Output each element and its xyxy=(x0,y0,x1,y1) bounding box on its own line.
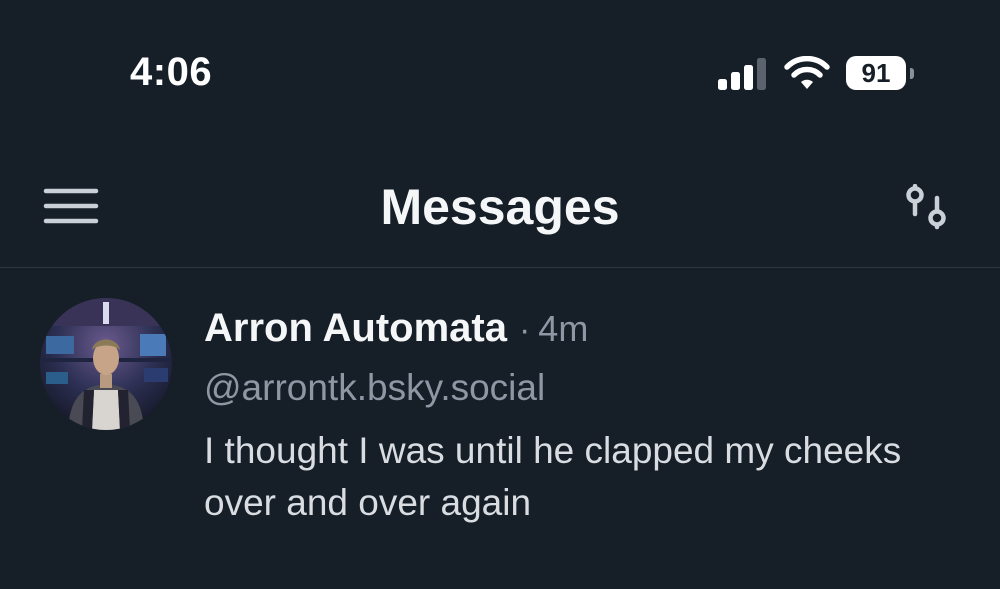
contact-name: Arron Automata xyxy=(204,306,507,350)
conversation-header: Arron Automata · 4m xyxy=(204,306,588,351)
battery-icon: 91 xyxy=(846,56,916,92)
cellular-signal-icon xyxy=(718,58,766,90)
conversation-item[interactable]: Arron Automata · 4m @arrontk.bsky.social I… xyxy=(0,268,1000,558)
status-bar: 4:06 91 xyxy=(0,0,1000,140)
separator-dot: · xyxy=(518,311,531,349)
message-time: 4m xyxy=(538,308,589,349)
message-preview: I thought I was until he clapped my chee… xyxy=(204,430,902,523)
status-time: 4:06 xyxy=(130,50,213,94)
header: Messages xyxy=(0,140,1000,268)
sliders-icon[interactable] xyxy=(902,184,950,230)
page-title: Messages xyxy=(380,179,620,235)
messages-screen: 4:06 91 Messages Arron Automata · 4m @ar… xyxy=(0,0,1000,589)
contact-handle: @arrontk.bsky.social xyxy=(204,367,546,408)
battery-cap xyxy=(910,68,914,79)
avatar[interactable] xyxy=(40,298,172,430)
wifi-icon xyxy=(784,56,830,89)
battery-level: 91 xyxy=(846,56,906,90)
